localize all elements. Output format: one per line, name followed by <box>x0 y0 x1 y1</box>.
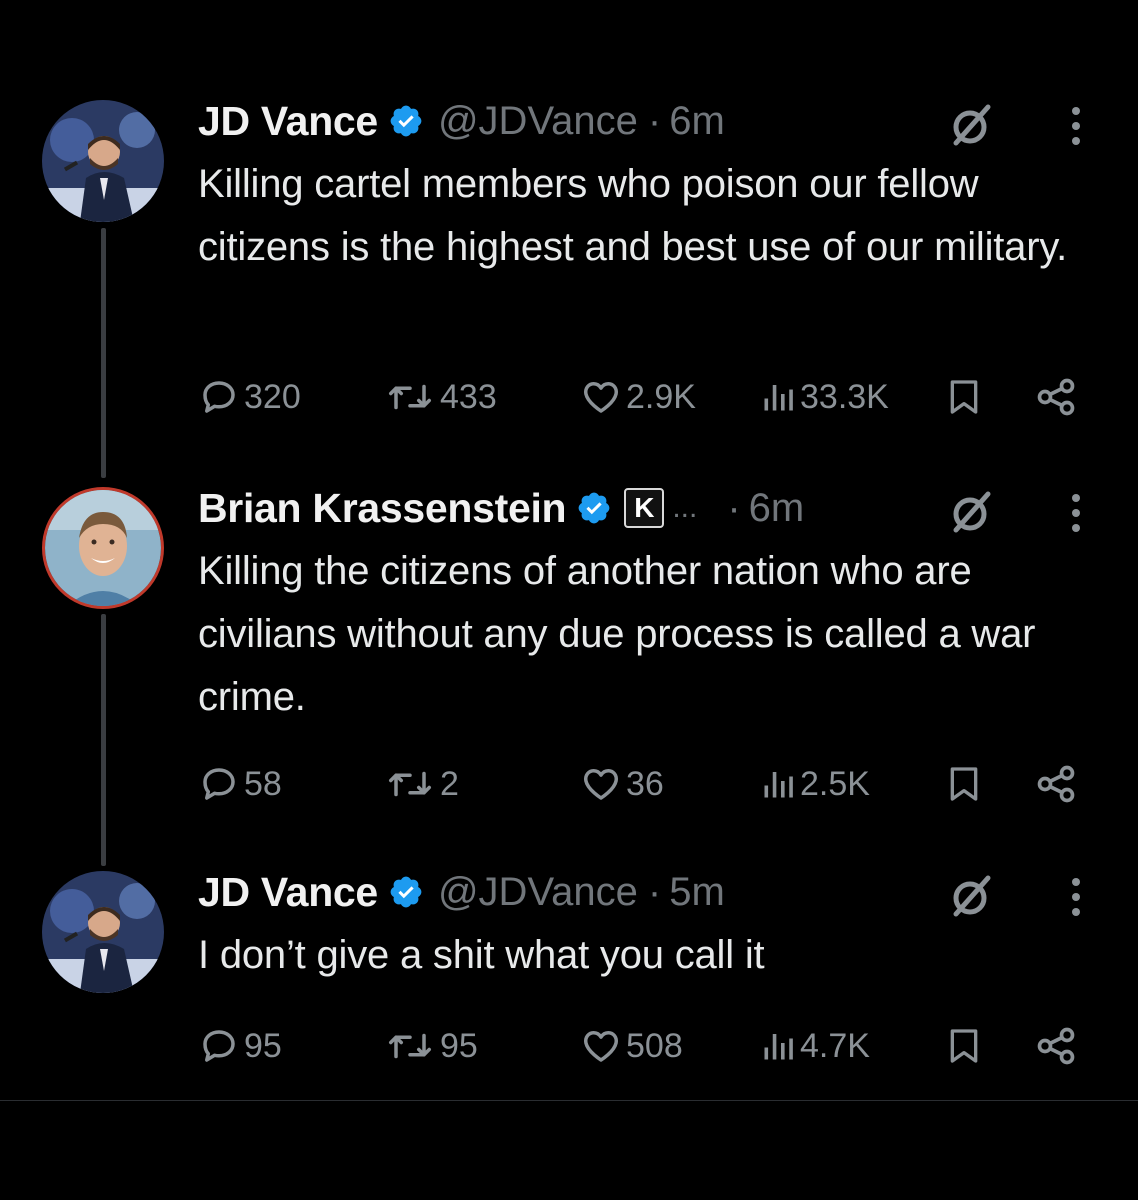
tweet-actions: 58 2 36 2.5K <box>198 758 1098 810</box>
share-icon <box>1037 765 1075 803</box>
avatar-image <box>45 490 161 606</box>
grok-icon[interactable] <box>946 486 998 538</box>
verified-badge-icon <box>388 103 424 139</box>
views-button[interactable]: 33.3K <box>760 371 889 423</box>
reply-count: 58 <box>244 764 282 803</box>
repost-button[interactable]: 2 <box>384 758 459 810</box>
reply-button[interactable]: 58 <box>198 758 282 810</box>
reply-button[interactable]: 95 <box>198 1020 282 1072</box>
like-count: 508 <box>626 1026 683 1065</box>
reply-icon <box>203 768 235 800</box>
bookmark-icon <box>950 767 978 801</box>
bookmark-icon <box>950 1029 978 1063</box>
affiliate-badge[interactable]: K <box>624 488 665 528</box>
share-icon <box>1037 378 1075 416</box>
reply-button[interactable]: 320 <box>198 371 301 423</box>
author-name[interactable]: JD Vance <box>198 869 378 916</box>
tweet-text: Killing the citizens of another nation w… <box>198 549 1036 719</box>
reply-count: 320 <box>244 377 301 416</box>
like-button[interactable]: 508 <box>580 1020 683 1072</box>
tweet-text: Killing cartel members who poison our fe… <box>198 162 1068 269</box>
repost-button[interactable]: 95 <box>384 1020 478 1072</box>
tweet-header: JD Vance @JDVance · 6m <box>198 95 725 147</box>
view-count: 33.3K <box>800 377 889 416</box>
views-chart-icon <box>764 1034 793 1060</box>
avatar-image <box>42 100 164 222</box>
views-button[interactable]: 2.5K <box>760 758 870 810</box>
tweet-actions: 95 95 508 4.7K <box>198 1020 1098 1072</box>
thread-connector-line <box>101 228 106 478</box>
timestamp[interactable]: 6m <box>669 99 725 144</box>
share-button[interactable] <box>1034 1020 1078 1072</box>
author-name[interactable]: Brian Krassenstein <box>198 485 567 532</box>
share-icon <box>1037 1027 1075 1065</box>
bookmark-button[interactable] <box>944 371 984 423</box>
bookmark-button[interactable] <box>944 1020 984 1072</box>
timestamp[interactable]: 5m <box>669 870 725 915</box>
like-count: 2.9K <box>626 377 696 416</box>
heart-icon <box>583 381 619 413</box>
grok-icon[interactable] <box>946 870 998 922</box>
share-button[interactable] <box>1034 371 1078 423</box>
avatar[interactable] <box>42 100 164 222</box>
repost-button[interactable]: 433 <box>384 371 497 423</box>
tweet-header: JD Vance @JDVance · 5m <box>198 866 725 918</box>
grok-icon[interactable] <box>946 99 998 151</box>
views-button[interactable]: 4.7K <box>760 1020 870 1072</box>
reply-icon <box>203 381 235 413</box>
like-count: 36 <box>626 764 664 803</box>
timestamp[interactable]: 6m <box>749 486 805 531</box>
bookmark-icon <box>950 380 978 414</box>
tweet-text: I don’t give a shit what you call it <box>198 933 765 977</box>
separator-dot: · <box>727 485 741 530</box>
avatar-image <box>42 871 164 993</box>
like-button[interactable]: 2.9K <box>580 371 696 423</box>
views-chart-icon <box>764 772 793 798</box>
more-vertical-icon[interactable] <box>1066 488 1086 538</box>
tweet-actions: 320 433 2.9K 33.3K <box>198 371 1098 423</box>
view-count: 4.7K <box>800 1026 870 1065</box>
repost-icon <box>389 384 431 410</box>
heart-icon <box>583 1030 619 1062</box>
separator-dot: · <box>647 98 662 143</box>
verified-badge-icon <box>576 490 612 526</box>
repost-count: 433 <box>440 377 497 416</box>
repost-count: 95 <box>440 1026 478 1065</box>
separator-dot: · <box>647 869 662 914</box>
bookmark-button[interactable] <box>944 758 984 810</box>
more-vertical-icon[interactable] <box>1066 872 1086 922</box>
views-chart-icon <box>764 385 793 411</box>
reply-count: 95 <box>244 1026 282 1065</box>
reply-icon <box>203 1030 235 1062</box>
author-handle[interactable]: @JDVance <box>438 870 638 915</box>
more-vertical-icon[interactable] <box>1066 101 1086 151</box>
thread-connector-line <box>101 614 106 866</box>
author-handle[interactable]: @JDVance <box>438 99 638 144</box>
view-count: 2.5K <box>800 764 870 803</box>
verified-badge-icon <box>388 874 424 910</box>
share-button[interactable] <box>1034 758 1078 810</box>
heart-icon <box>583 768 619 800</box>
author-name[interactable]: JD Vance <box>198 98 378 145</box>
avatar[interactable] <box>42 487 164 609</box>
handle-truncated[interactable]: ... <box>672 491 697 525</box>
repost-count: 2 <box>440 764 459 803</box>
tweet-thread: JD Vance @JDVance · 6m Killing cartel me… <box>0 0 1138 1100</box>
avatar[interactable] <box>42 871 164 993</box>
like-button[interactable]: 36 <box>580 758 664 810</box>
repost-icon <box>389 1033 431 1059</box>
repost-icon <box>389 771 431 797</box>
bottom-divider <box>0 1100 1138 1101</box>
tweet-header: Brian Krassenstein K ... · 6m <box>198 482 804 534</box>
